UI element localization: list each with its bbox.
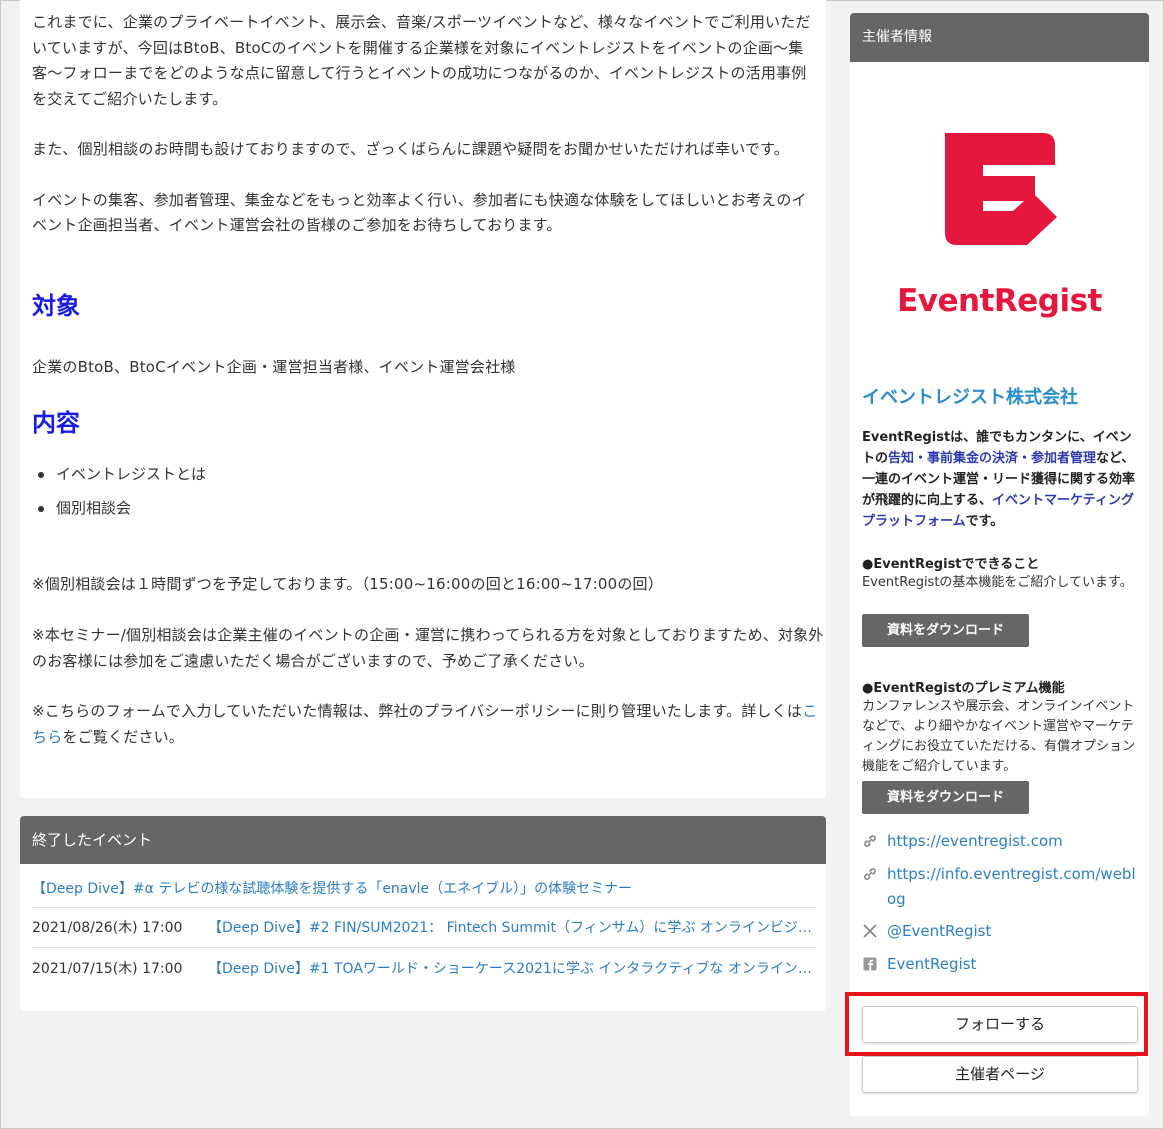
past-event-link[interactable]: 【Deep Dive】#1 TOAワールド・ショーケース2021に学ぶ インタラ…: [208, 958, 814, 978]
past-events-header: 終了したイベント: [20, 816, 826, 864]
table-row[interactable]: 2021/08/26(木) 17:00 【Deep Dive】#2 FIN/SUM…: [32, 917, 816, 937]
table-row[interactable]: 2021/07/15(木) 17:00 【Deep Dive】#1 TOAワールド…: [32, 958, 816, 978]
list-item: イベントレジストとは: [32, 462, 206, 496]
organizer-description: EventRegistは、誰でもカンタンに、イベントの告知・事前集金の決済・参加…: [862, 430, 1136, 529]
organizer-x-link[interactable]: @EventRegist: [862, 919, 1142, 944]
event-description-card: これまでに、企業のプライベートイベント、展示会、音楽/スポーツイベントなど、様々…: [20, 0, 826, 798]
feature-title: ●EventRegistのプレミアム機能: [862, 681, 1065, 696]
list-item: 個別相談会: [32, 496, 206, 530]
organizer-logo[interactable]: [850, 113, 1149, 267]
description-paragraph: イベントの集客、参加者管理、集金などをもっと効率よく行い、参加者にも快適な体験を…: [32, 190, 807, 235]
link-icon: [864, 868, 876, 880]
past-event-date: 2021/08/26(木) 17:00: [32, 920, 183, 936]
target-text: 企業のBtoB、BtoCイベント企画・運営担当者様、イベント運営会社様: [32, 358, 516, 376]
past-event-date: 2021/07/15(木) 17:00: [32, 961, 183, 977]
row-divider: [32, 947, 816, 948]
organizer-name[interactable]: イベントレジスト株式会社: [862, 383, 1078, 409]
privacy-note: ※こちらのフォームで入力していただいた情報は、弊社のプライバシーポリシーに則り管…: [32, 699, 826, 750]
description-paragraph: これまでに、企業のプライベートイベント、展示会、音楽/スポーツイベントなど、様々…: [32, 13, 811, 108]
organizer-info-card: 主催者情報 EventRegist イベントレジスト株式会社 EventRegi…: [850, 13, 1149, 1116]
download-button[interactable]: 資料をダウンロード: [862, 614, 1029, 647]
link-icon: [864, 835, 876, 847]
feature-text: EventRegistの基本機能をご紹介しています。: [862, 575, 1133, 590]
past-event-link[interactable]: 【Deep Dive】#2 FIN/SUM2021： Fintech Summi…: [208, 917, 814, 937]
organizer-website-link[interactable]: https://eventregist.com: [862, 829, 1142, 854]
organizer-logo-text: EventRegist: [897, 283, 1102, 319]
target-heading: 対象: [32, 292, 80, 320]
organizer-header: 主催者情報: [850, 13, 1149, 62]
highlight-text: 告知・事前集金の決済・参加者管理: [888, 451, 1097, 466]
note-text: ※本セミナー/個別相談会は企業主催のイベントの企画・運営に携わってられる方を対象…: [32, 626, 824, 670]
feature-title: ●EventRegistでできること: [862, 557, 1040, 572]
download-button[interactable]: 資料をダウンロード: [862, 781, 1029, 814]
privacy-note-text: ※こちらのフォームで入力していただいた情報は、弊社のプライバシーポリシーに則り管…: [32, 702, 803, 720]
facebook-icon: [863, 957, 877, 971]
description-paragraph: また、個別相談のお時間も設けておりますので、ざっくばらんに課題や疑問をお聞かせい…: [32, 140, 790, 158]
past-events-card: 終了したイベント: [20, 816, 826, 1011]
note-text: ※個別相談会は１時間ずつを予定しております。（15:00~16:00の回と16:…: [32, 575, 663, 593]
content-list: イベントレジストとは 個別相談会: [32, 462, 206, 530]
eventregist-e-icon: [944, 133, 1057, 245]
organizer-facebook-link[interactable]: EventRegist: [862, 952, 1142, 977]
row-divider: [32, 907, 816, 908]
table-row[interactable]: 【Deep Dive】#α テレビの様な試聴体験を提供する「enavle（エネイ…: [32, 878, 816, 898]
x-icon: [863, 924, 877, 938]
organizer-page-button[interactable]: 主催者ページ: [862, 1056, 1138, 1093]
organizer-blog-link[interactable]: https://info.eventregist.com/weblog: [862, 862, 1142, 912]
content-heading: 内容: [32, 409, 80, 437]
feature-text: カンファレンスや展示会、オンラインイベントなどで、より細やかなイベント運営やマー…: [862, 699, 1136, 774]
privacy-note-text-end: をご覧ください。: [62, 727, 185, 746]
past-event-link[interactable]: 【Deep Dive】#α テレビの様な試聴体験を提供する「enavle（エネイ…: [32, 878, 816, 898]
follow-button-highlight: [845, 992, 1148, 1056]
